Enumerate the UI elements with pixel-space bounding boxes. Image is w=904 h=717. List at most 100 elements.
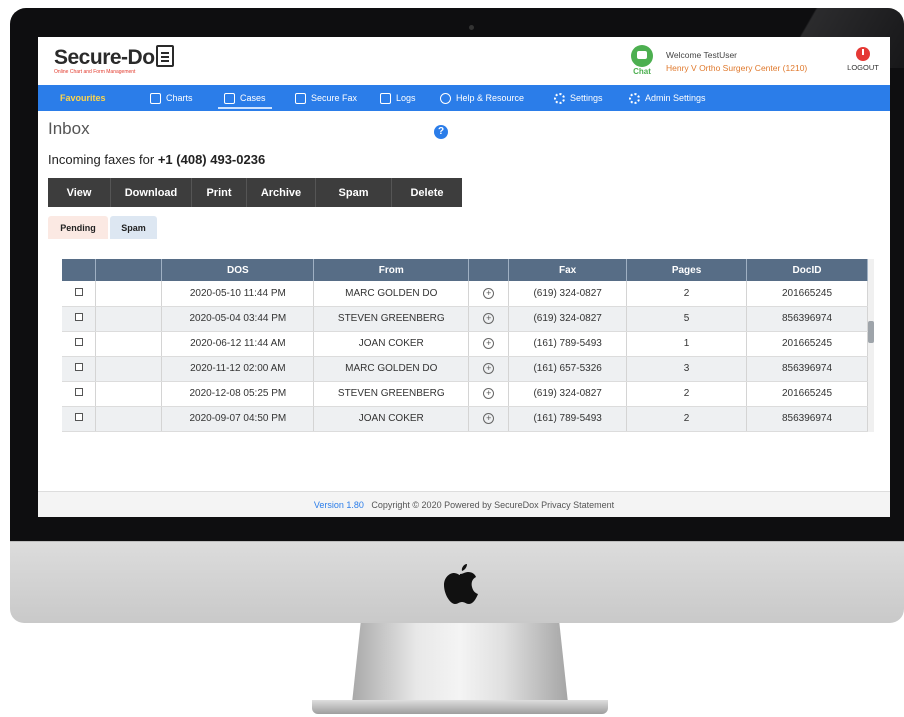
fax-cell: (619) 324-0827 — [508, 306, 628, 332]
logout-button[interactable]: LOGOUT — [843, 47, 883, 72]
dos-cell: 2020-06-12 11:44 AM — [161, 331, 315, 357]
nav-label: Help & Resource — [456, 93, 525, 103]
row-checkbox[interactable] — [74, 413, 83, 421]
cases-icon — [224, 92, 235, 104]
dos-cell: 2020-11-12 02:00 AM — [161, 356, 315, 382]
pages-cell: 3 — [626, 356, 748, 382]
blank-cell — [95, 331, 163, 357]
expand-cell: + — [468, 406, 510, 432]
fax-cell: (619) 324-0827 — [508, 381, 628, 407]
fax-cell: (161) 657-5326 — [508, 356, 628, 382]
nav-cases[interactable]: Cases — [218, 85, 271, 111]
from-cell: MARC GOLDEN DO — [313, 356, 470, 382]
nav-label: Settings — [570, 93, 603, 103]
archive-button[interactable]: Archive — [247, 178, 316, 207]
tab-pending[interactable]: Pending — [48, 216, 108, 239]
table-scrollbar[interactable] — [868, 259, 874, 432]
nav-charts[interactable]: Charts — [150, 85, 193, 111]
from-column-header[interactable]: From — [313, 259, 470, 281]
securedox-logo[interactable]: Secure-Do Online Chart and Form Manageme… — [54, 45, 174, 75]
chat-button[interactable]: Chat — [629, 45, 655, 76]
delete-button[interactable]: Delete — [392, 178, 462, 207]
expand-plus-icon[interactable]: + — [483, 287, 495, 299]
expand-plus-icon[interactable]: + — [483, 338, 495, 349]
table-row[interactable]: 2020-11-12 02:00 AM MARC GOLDEN DO + (16… — [62, 356, 868, 382]
row-checkbox[interactable] — [74, 388, 83, 396]
row-checkbox[interactable] — [74, 363, 83, 371]
expand-cell: + — [468, 381, 510, 407]
expand-cell: + — [468, 281, 510, 307]
from-cell: JOAN COKER — [313, 406, 470, 432]
row-checkbox[interactable] — [74, 287, 83, 296]
chat-icon — [631, 45, 653, 67]
docid-cell: 201665245 — [746, 381, 868, 407]
nav-favourites[interactable]: Favourites — [60, 85, 106, 111]
dos-column-header[interactable]: DOS — [161, 259, 315, 281]
pages-cell: 5 — [626, 306, 748, 332]
pages-column-header[interactable]: Pages — [626, 259, 748, 281]
print-button[interactable]: Print — [192, 178, 247, 207]
nav-admin-settings[interactable]: Admin Settings — [629, 85, 706, 111]
main-content: Inbox ? Incoming faxes for +1 (408) 493-… — [38, 111, 890, 477]
blank-cell — [95, 356, 163, 382]
nav-logs[interactable]: Logs — [380, 85, 416, 111]
center-name: Henry V Ortho Surgery Center (1210) — [666, 63, 808, 73]
imac-mockup: Secure-Do Online Chart and Form Manageme… — [0, 0, 904, 717]
expand-cell: + — [468, 331, 510, 357]
expand-cell: + — [468, 306, 510, 332]
fax-cell: (161) 789-5493 — [508, 406, 628, 432]
download-button[interactable]: Download — [111, 178, 192, 207]
table-row[interactable]: 2020-12-08 05:25 PM STEVEN GREENBERG + (… — [62, 381, 868, 407]
docid-cell: 201665245 — [746, 331, 868, 357]
scrollbar-thumb[interactable] — [868, 321, 874, 343]
docid-cell: 856396974 — [746, 406, 868, 432]
logo-document-icon — [155, 45, 174, 67]
incoming-faxes-label: Incoming faxes for +1 (408) 493-0236 — [48, 152, 265, 167]
nav-label: Favourites — [60, 93, 106, 103]
chart-document-icon — [150, 92, 161, 104]
expand-column-header — [468, 259, 510, 281]
pages-cell: 2 — [626, 381, 748, 407]
blank-cell — [95, 381, 163, 407]
admin-gear-icon — [629, 92, 640, 104]
incoming-number: +1 (408) 493-0236 — [157, 152, 266, 167]
logs-icon — [380, 92, 391, 104]
table-row[interactable]: 2020-05-10 11:44 PM MARC GOLDEN DO + (61… — [62, 281, 868, 307]
version-link[interactable]: Version 1.80 — [314, 500, 364, 510]
camera-dot — [469, 25, 474, 30]
info-icon — [440, 92, 451, 104]
view-button[interactable]: View — [48, 178, 111, 207]
nav-secure-fax[interactable]: Secure Fax — [295, 85, 357, 111]
fax-column-header[interactable]: Fax — [508, 259, 628, 281]
help-question-icon[interactable]: ? — [434, 125, 448, 139]
nav-label: Logs — [396, 93, 416, 103]
expand-plus-icon[interactable]: + — [483, 413, 495, 424]
monitor-base — [312, 700, 608, 714]
app-screen: Secure-Do Online Chart and Form Manageme… — [38, 37, 890, 517]
nav-help-resource[interactable]: Help & Resource — [440, 85, 524, 111]
top-header: Secure-Do Online Chart and Form Manageme… — [38, 37, 890, 85]
expand-plus-icon[interactable]: + — [483, 363, 495, 374]
action-toolbar: View Download Print Archive Spam Delete — [48, 178, 462, 207]
table-row[interactable]: 2020-06-12 11:44 AM JOAN COKER + (161) 7… — [62, 331, 868, 357]
from-cell: JOAN COKER — [313, 331, 470, 357]
main-nav: Favourites Charts Cases Secure Fax Logs … — [38, 85, 890, 111]
expand-plus-icon[interactable]: + — [483, 313, 495, 324]
blank-cell — [95, 281, 163, 307]
row-checkbox[interactable] — [74, 338, 83, 346]
tab-spam[interactable]: Spam — [110, 216, 157, 239]
docid-column-header[interactable]: DocID — [746, 259, 868, 281]
table-row[interactable]: 2020-05-04 03:44 PM STEVEN GREENBERG + (… — [62, 306, 868, 332]
chat-label: Chat — [633, 67, 651, 76]
gear-icon — [554, 92, 565, 104]
from-cell: STEVEN GREENBERG — [313, 306, 470, 332]
row-checkbox[interactable] — [74, 313, 83, 321]
dos-cell: 2020-05-04 03:44 PM — [161, 306, 315, 332]
nav-settings[interactable]: Settings — [554, 85, 603, 111]
expand-plus-icon[interactable]: + — [483, 388, 495, 399]
table-row[interactable]: 2020-09-07 04:50 PM JOAN COKER + (161) 7… — [62, 406, 868, 432]
welcome-block: Welcome TestUser Henry V Ortho Surgery C… — [666, 49, 807, 75]
dos-cell: 2020-12-08 05:25 PM — [161, 381, 315, 407]
spam-button[interactable]: Spam — [316, 178, 392, 207]
select-column-header — [62, 259, 97, 281]
